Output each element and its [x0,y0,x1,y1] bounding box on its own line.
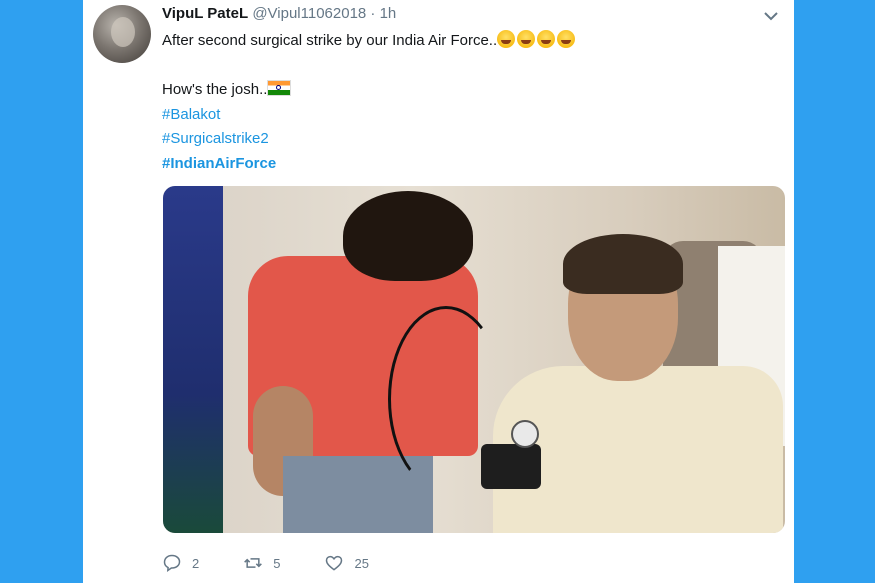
chevron-down-icon [764,12,778,21]
avatar-photo [111,17,135,47]
tweet-line-2: How's the josh.. [162,78,762,103]
india-flag-icon [267,80,292,97]
hashtag-balakot[interactable]: #Balakot [162,103,762,128]
hashtag-surgicalstrike2[interactable]: #Surgicalstrike2 [162,127,762,152]
more-options-button[interactable] [759,6,783,26]
retweet-icon [244,558,263,568]
like-count: 25 [354,555,369,571]
photo-wall-panel [163,186,223,533]
tweet-card: VipuL PateL @Vipul11062018 · 1h After se… [83,0,794,583]
retweet-count: 5 [273,555,281,571]
retweet-button[interactable]: 5 [243,553,280,573]
tweet-text: After second surgical strike by our Indi… [162,29,762,177]
author-handle[interactable]: @Vipul11062018 [252,5,366,22]
hashtag-indianairforce[interactable]: #IndianAirForce [162,152,762,177]
reply-button[interactable]: 2 [162,553,199,573]
reply-count: 2 [192,555,200,571]
author-name[interactable]: VipuL PateL [162,5,248,22]
tweet-text-line-2: How's the josh.. [162,81,268,99]
like-icon [326,555,343,571]
joy-emoji-icon [497,30,516,48]
tweet-text-line-1: After second surgical strike by our Indi… [162,32,498,49]
sweat-smile-emoji-icon [557,30,576,48]
tweet-line-1: After second surgical strike by our Indi… [162,29,762,54]
reply-icon [163,554,181,573]
photo-person-head [343,191,473,281]
photo-bp-gauge [511,420,539,448]
tweet-timestamp[interactable]: 1h [380,5,397,22]
separator-dot: · [370,5,376,22]
tweet-header: VipuL PateL @Vipul11062018 · 1h [162,5,396,27]
sweat-smile-emoji-icon [537,30,556,48]
like-button[interactable]: 25 [324,553,369,573]
joy-emoji-icon [517,30,536,48]
avatar[interactable] [93,5,151,63]
tweet-actions: 2 5 25 [162,550,413,576]
photo-bp-cuff [481,444,541,489]
photo-seated-person-hair [563,234,683,294]
tweet-photo[interactable] [163,186,785,533]
